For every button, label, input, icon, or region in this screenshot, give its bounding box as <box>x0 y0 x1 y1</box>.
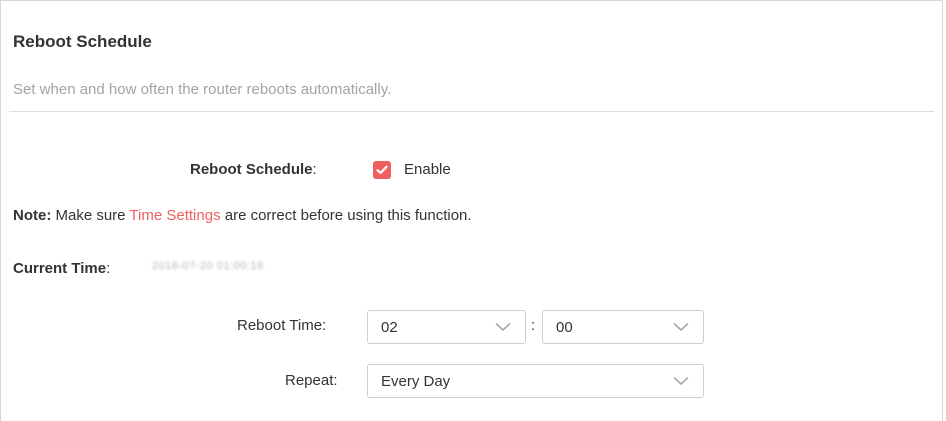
check-icon <box>376 165 388 175</box>
reboot-time-label: Reboot Time: <box>237 317 327 334</box>
time-settings-link[interactable]: Time Settings <box>129 207 220 224</box>
current-time-label: Current Time <box>13 260 107 277</box>
current-time-value: 2016-07-20 01:00:18 <box>152 260 264 272</box>
chevron-down-icon <box>673 323 689 331</box>
reboot-minute-select[interactable]: 00 <box>542 310 704 344</box>
enable-checkbox[interactable] <box>373 161 391 179</box>
enable-label[interactable]: Enable <box>404 161 451 178</box>
reboot-minute-value: 00 <box>556 318 573 336</box>
reboot-schedule-panel: Reboot Schedule Set when and how often t… <box>0 0 943 421</box>
reboot-hour-select[interactable]: 02 <box>367 310 526 344</box>
section-subtitle: Set when and how often the router reboot… <box>13 81 392 98</box>
reboot-schedule-label-row: Reboot Schedule: <box>190 161 317 178</box>
note-prefix: Note: <box>13 207 52 224</box>
current-time-label-row: Current Time: <box>13 260 110 277</box>
reboot-schedule-label: Reboot Schedule <box>190 161 313 178</box>
section-title: Reboot Schedule <box>13 32 152 51</box>
reboot-hour-value: 02 <box>381 318 398 336</box>
repeat-select[interactable]: Every Day <box>367 364 704 398</box>
note-text: Note: Make sure Time Settings are correc… <box>13 207 472 224</box>
current-time-colon: : <box>106 260 111 277</box>
chevron-down-icon <box>495 323 511 331</box>
chevron-down-icon <box>673 377 689 385</box>
reboot-schedule-colon: : <box>312 161 317 178</box>
divider <box>9 111 934 112</box>
note-text-before: Make sure <box>51 207 130 224</box>
repeat-value: Every Day <box>381 372 451 390</box>
repeat-label: Repeat: <box>285 372 338 389</box>
time-separator: : <box>531 317 536 334</box>
note-text-after: are correct before using this function. <box>220 207 472 224</box>
